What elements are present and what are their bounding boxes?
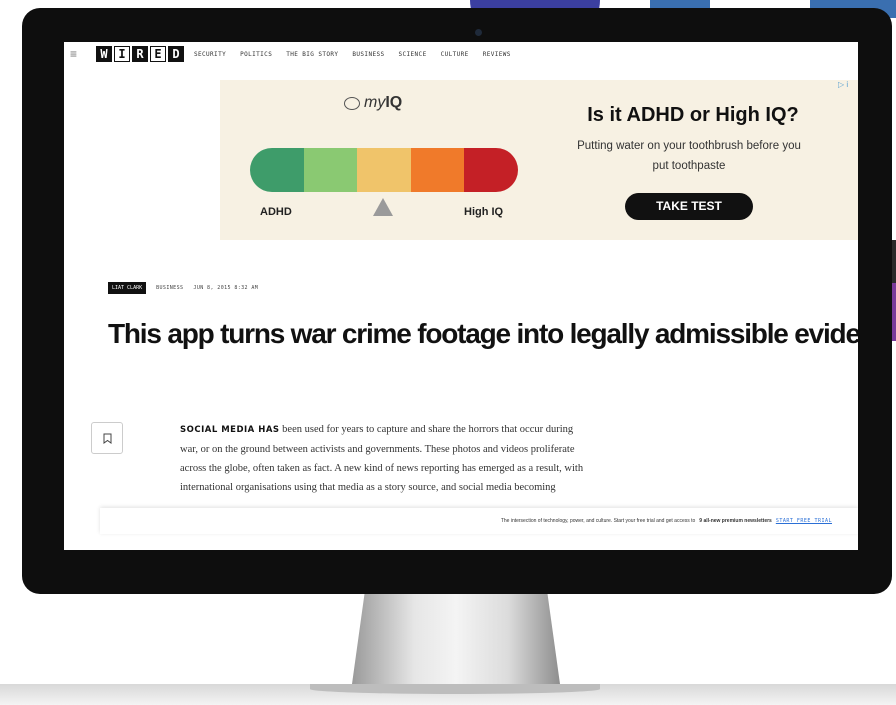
- camera-icon: [475, 29, 482, 36]
- bookmark-icon: [103, 433, 111, 444]
- take-test-button[interactable]: TAKE TEST: [625, 193, 753, 220]
- meter-segment: [250, 148, 304, 192]
- logo-letter: E: [150, 46, 166, 62]
- article-headline: This app turns war crime footage into le…: [108, 318, 858, 349]
- meter-label-left: ADHD: [260, 206, 292, 218]
- logo-letter: D: [168, 46, 184, 62]
- bookmark-button[interactable]: [91, 422, 123, 454]
- nav-item-science[interactable]: SCIENCE: [399, 51, 427, 58]
- nav-item-culture[interactable]: CULTURE: [441, 51, 469, 58]
- ad-brand-my: my: [364, 94, 386, 111]
- article-lead: SOCIAL MEDIA HAS: [180, 425, 280, 435]
- chat-bubble-icon: [344, 96, 360, 110]
- nav-item-reviews[interactable]: REVIEWS: [483, 51, 511, 58]
- article-date: JUN 8, 2015 8:32 AM: [193, 285, 259, 291]
- stand-foot: [310, 684, 600, 694]
- iq-meter: [250, 148, 518, 192]
- nav-links: SECURITY POLITICS THE BIG STORY BUSINESS…: [194, 51, 511, 58]
- logo-letter: R: [132, 46, 148, 62]
- nav-item-business[interactable]: BUSINESS: [352, 51, 384, 58]
- hamburger-menu-icon[interactable]: ≡: [70, 47, 88, 61]
- author-badge[interactable]: LIAT CLARK: [108, 282, 147, 294]
- ad-subtext: Putting water on your toothbrush before …: [577, 140, 801, 172]
- wired-logo[interactable]: W I R E D: [96, 46, 184, 62]
- article-category[interactable]: BUSINESS: [156, 285, 183, 291]
- meter-segment: [303, 148, 358, 192]
- start-free-trial-link[interactable]: START FREE TRIAL: [776, 518, 832, 524]
- site-nav: ≡ W I R E D SECURITY POLITICS THE BIG ST…: [64, 42, 858, 66]
- meter-segment: [357, 148, 411, 192]
- meter-segment: [410, 148, 465, 192]
- promo-text: The intersection of technology, power, a…: [500, 518, 696, 524]
- logo-letter: I: [114, 46, 130, 62]
- article-body: SOCIAL MEDIA HAS been used for years to …: [180, 420, 592, 497]
- meter-segment: [464, 148, 518, 192]
- logo-letter: W: [96, 46, 112, 62]
- nav-item-security[interactable]: SECURITY: [194, 51, 226, 58]
- browser-screen: ≡ W I R E D SECURITY POLITICS THE BIG ST…: [64, 42, 858, 550]
- ad-brand-logo: my IQ: [344, 94, 402, 112]
- adchoices-icon[interactable]: ▷ i: [838, 80, 848, 89]
- promo-bold-text: 9 all-new premium newsletters: [699, 518, 772, 524]
- subscription-promo-bar: The intersection of technology, power, a…: [100, 508, 858, 534]
- meter-label-right: High IQ: [464, 206, 504, 218]
- ad-brand-iq: IQ: [385, 94, 403, 111]
- article-byline: LIAT CLARK BUSINESS JUN 8, 2015 8:32 AM: [108, 282, 258, 294]
- ad-headline: Is it ADHD or High IQ?: [587, 104, 799, 126]
- meter-pointer-icon: [373, 198, 393, 216]
- nav-item-big-story[interactable]: THE BIG STORY: [286, 51, 338, 58]
- nav-item-politics[interactable]: POLITICS: [240, 51, 272, 58]
- monitor-stand: [352, 594, 560, 684]
